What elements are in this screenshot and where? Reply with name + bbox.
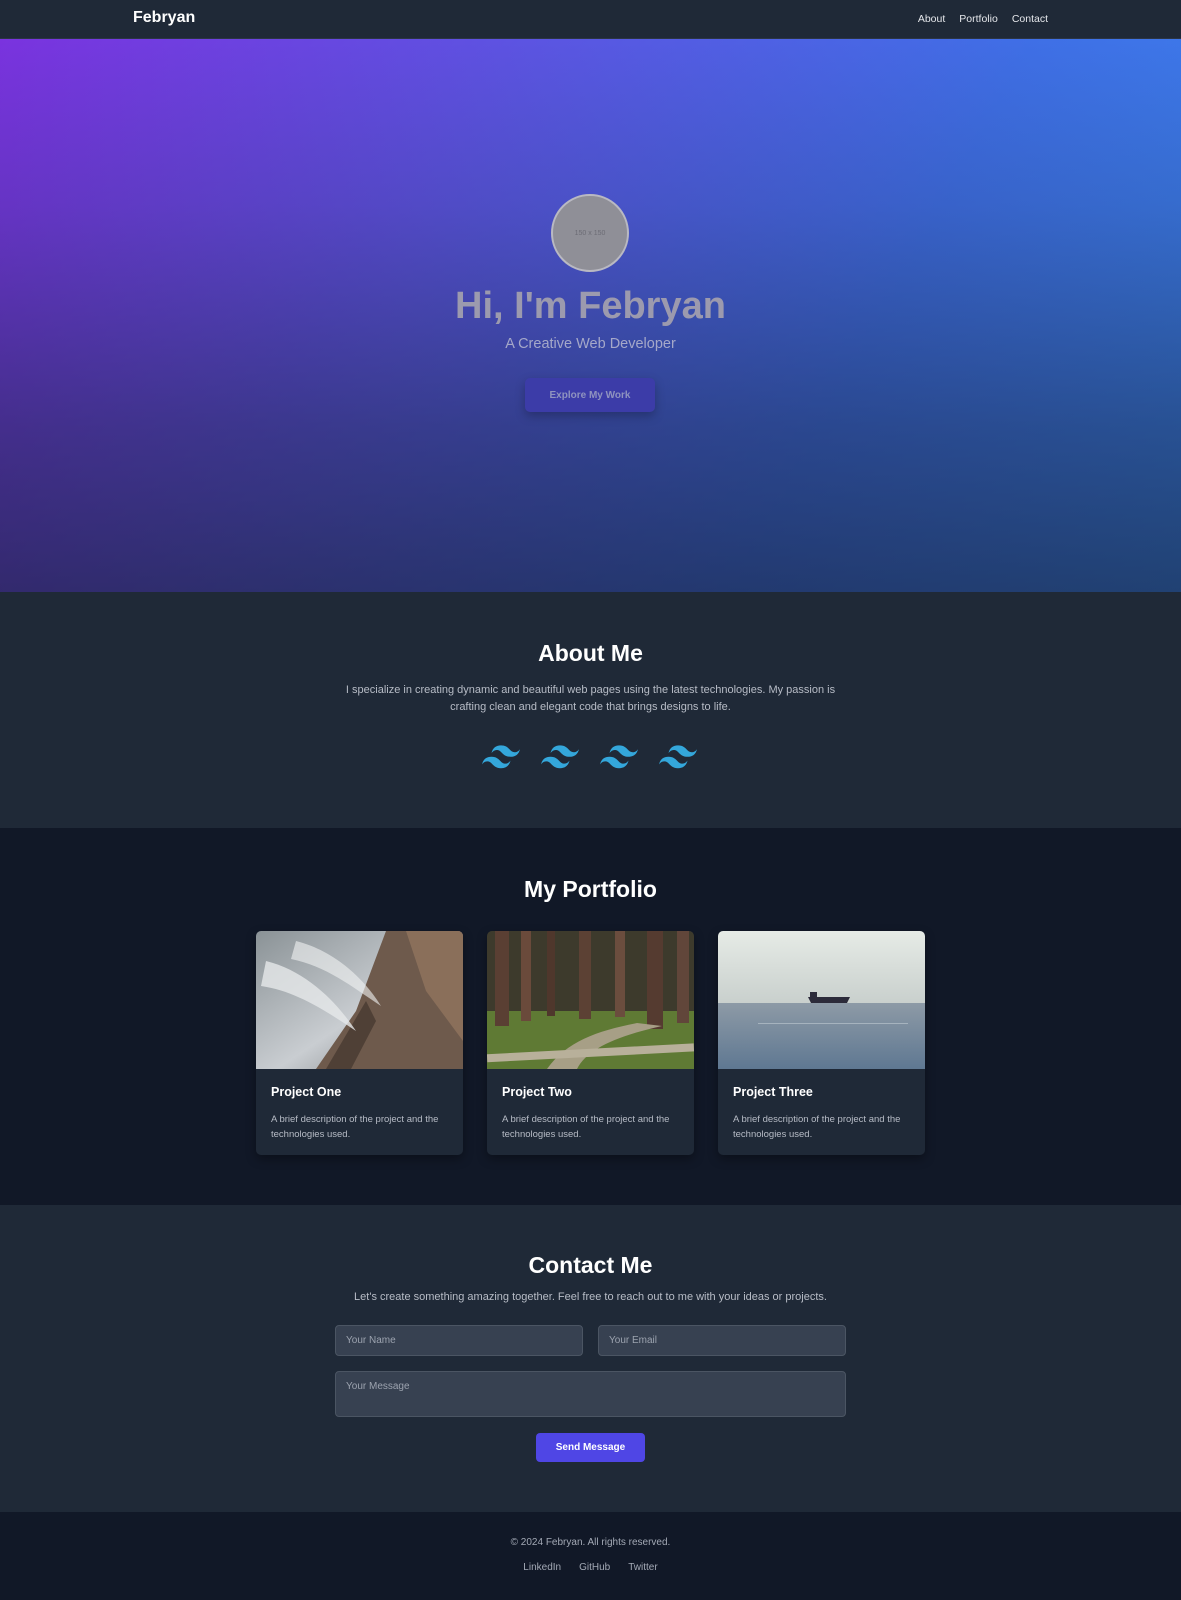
about-section: About Me I specialize in creating dynami… bbox=[0, 592, 1181, 828]
project-image-ship bbox=[718, 931, 925, 1069]
nav-link-contact[interactable]: Contact bbox=[1012, 13, 1048, 25]
nav-link-portfolio[interactable]: Portfolio bbox=[959, 13, 998, 25]
message-textarea[interactable] bbox=[335, 1371, 846, 1417]
skill-icons bbox=[482, 745, 697, 769]
portfolio-heading: My Portfolio bbox=[524, 876, 657, 902]
project-title: Project Two bbox=[502, 1085, 572, 1099]
project-image-forest bbox=[487, 931, 694, 1069]
project-image-waves bbox=[256, 931, 463, 1069]
project-title: Project One bbox=[271, 1085, 342, 1099]
portfolio-section: My Portfolio Project One A brief descrip… bbox=[0, 828, 1181, 1205]
send-message-button[interactable]: Send Message bbox=[536, 1433, 645, 1462]
avatar: 150 x 150 bbox=[551, 194, 629, 272]
nav-links: About Portfolio Contact bbox=[918, 13, 1048, 25]
project-card-two[interactable]: Project Two A brief description of the p… bbox=[487, 931, 694, 1155]
project-description: A brief description of the project and t… bbox=[271, 1114, 439, 1140]
footer: © 2024 Febryan. All rights reserved. Lin… bbox=[0, 1512, 1181, 1600]
social-links: LinkedIn GitHub Twitter bbox=[0, 1562, 1181, 1573]
hero-subtitle: A Creative Web Developer bbox=[505, 336, 676, 352]
tailwind-icon bbox=[541, 745, 579, 769]
tailwind-icon bbox=[600, 745, 638, 769]
explore-work-button[interactable]: Explore My Work bbox=[525, 378, 655, 412]
project-card-three[interactable]: Project Three A brief description of the… bbox=[718, 931, 925, 1155]
copyright-text: © 2024 Febryan. All rights reserved. bbox=[510, 1537, 671, 1548]
name-input[interactable] bbox=[335, 1325, 583, 1356]
brand-logo[interactable]: Febryan bbox=[133, 9, 195, 27]
about-heading: About Me bbox=[538, 640, 643, 666]
twitter-link[interactable]: Twitter bbox=[628, 1562, 657, 1573]
contact-heading: Contact Me bbox=[528, 1252, 653, 1278]
about-text: I specialize in creating dynamic and bea… bbox=[345, 684, 836, 713]
tailwind-icon bbox=[482, 745, 520, 769]
project-description: A brief description of the project and t… bbox=[733, 1114, 901, 1140]
email-input[interactable] bbox=[598, 1325, 846, 1356]
project-title: Project Three bbox=[733, 1085, 813, 1099]
github-link[interactable]: GitHub bbox=[579, 1562, 610, 1573]
tailwind-icon bbox=[659, 745, 697, 769]
avatar-placeholder-text: 150 x 150 bbox=[574, 229, 606, 237]
hero-section: 150 x 150 Hi, I'm Febryan A Creative Web… bbox=[0, 39, 1181, 592]
contact-lead: Let's create something amazing together.… bbox=[354, 1291, 827, 1303]
project-card-one[interactable]: Project One A brief description of the p… bbox=[256, 931, 463, 1155]
navbar: Febryan About Portfolio Contact bbox=[0, 0, 1181, 39]
project-description: A brief description of the project and t… bbox=[502, 1114, 670, 1140]
linkedin-link[interactable]: LinkedIn bbox=[523, 1562, 561, 1573]
nav-link-about[interactable]: About bbox=[918, 13, 945, 25]
contact-section: Contact Me Let's create something amazin… bbox=[0, 1205, 1181, 1512]
hero-title: Hi, I'm Febryan bbox=[455, 285, 726, 327]
